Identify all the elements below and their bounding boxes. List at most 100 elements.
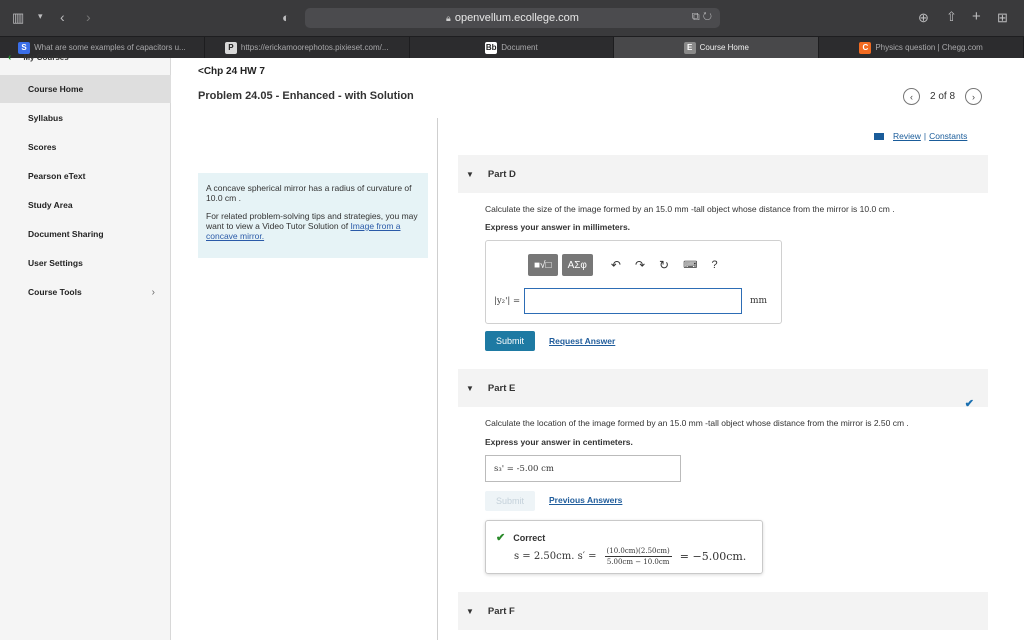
my-courses-link[interactable]: ‹ My Courses	[8, 52, 69, 63]
tutor-tip: For related problem-solving tips and str…	[206, 211, 420, 241]
previous-answers-link[interactable]: Previous Answers	[549, 495, 622, 505]
sidebar-item-label: Study Area	[28, 200, 73, 210]
chevron-right-icon: ›	[151, 286, 155, 298]
part-d-submit-button[interactable]: Submit	[485, 331, 535, 351]
address-bar[interactable]: 🔒︎ openvellum.ecollege.com ⧉ ↻	[305, 8, 720, 28]
tab-label: Document	[501, 43, 538, 52]
fraction-numerator: (10.0cm)(2.50cm)	[604, 547, 672, 557]
part-title: Part D	[487, 168, 516, 180]
my-courses-label: My Courses	[23, 53, 69, 62]
tab-overview-icon[interactable]: ⊞	[997, 10, 1008, 26]
part-d-header[interactable]: ▼ Part D	[458, 155, 988, 193]
chevron-down-icon[interactable]: ▾	[38, 11, 43, 22]
keyboard-icon[interactable]: ⌨	[683, 260, 697, 271]
download-icon[interactable]: ⊕	[918, 10, 929, 26]
checkmark-icon: ✔	[496, 532, 506, 544]
tab-favicon-icon: Bb	[485, 41, 498, 54]
lock-icon: 🔒︎	[446, 12, 451, 23]
reset-icon[interactable]: ↻	[659, 258, 669, 272]
reload-icon[interactable]: ⧉ ↻	[692, 11, 712, 24]
sidebar-item-label: Scores	[28, 142, 57, 152]
url-text: openvellum.ecollege.com	[454, 12, 579, 24]
equation-fraction: (10.0cm)(2.50cm) 5.00cm − 10.0cm	[604, 547, 672, 566]
new-tab-icon[interactable]: +	[972, 8, 981, 25]
tab-favicon-icon: C	[859, 41, 872, 54]
sidebar-item-course-tools[interactable]: Course Tools ›	[0, 278, 171, 306]
part-e-instruction: Express your answer in centimeters.	[485, 437, 633, 447]
constants-link[interactable]: Constants	[929, 131, 967, 141]
tab-label: What are some examples of capacitors u..…	[34, 43, 186, 52]
sidebar-toggle-icon[interactable]: ▥	[12, 10, 24, 26]
sidebar-item-course-home[interactable]: Course Home	[0, 75, 171, 103]
back-icon[interactable]: ‹	[60, 9, 65, 25]
correct-label: Correct	[513, 532, 546, 543]
part-d-instruction: Express your answer in millimeters.	[485, 222, 631, 232]
course-sidebar: ‹ My Courses Course Home Syllabus Scores…	[0, 52, 171, 640]
part-title: Part F	[487, 605, 515, 617]
equation-result: = −5.00cm.	[679, 550, 747, 563]
tab-label: https://ericka​moorephotos.pixieset.com/…	[240, 43, 389, 52]
problem-info-box: A concave spherical mirror has a radius …	[198, 173, 428, 258]
chapter-back-link[interactable]: <Chp 24 HW 7	[198, 66, 265, 77]
book-icon	[874, 132, 884, 140]
correct-title: ✔ Correct	[496, 531, 545, 544]
sidebar-item-syllabus[interactable]: Syllabus	[0, 104, 171, 132]
sidebar-item-label: Pearson eText	[28, 171, 86, 181]
tab-favicon-icon: P	[224, 41, 237, 54]
tab-label: Course Home	[699, 43, 749, 52]
sidebar-item-label: Course Tools	[28, 287, 82, 297]
image-location-answer[interactable]: s₃' = -5.00 cm	[485, 455, 681, 482]
collapse-triangle-icon: ▼	[466, 606, 474, 616]
privacy-shield-icon[interactable]: ◐	[282, 10, 290, 25]
equation-toolbar: ■√□ AΣφ ↶ ↷ ↻ ⌨ ?	[528, 254, 718, 276]
content-divider	[437, 118, 438, 640]
share-icon[interactable]: ⇧	[946, 9, 957, 25]
part-e-question: Calculate the location of the image form…	[485, 418, 909, 428]
correct-feedback-box: ✔ Correct s = 2.50cm. s′ = (10.0cm)(2.50…	[485, 520, 763, 574]
browser-tab[interactable]: Phttps://ericka​moorephotos.pixieset.com…	[205, 37, 410, 58]
sidebar-item-pearson-etext[interactable]: Pearson eText	[0, 162, 171, 190]
sidebar-item-user-settings[interactable]: User Settings	[0, 249, 171, 277]
redo-icon[interactable]: ↷	[635, 258, 645, 272]
part-f-header[interactable]: ▼ Part F	[458, 592, 988, 630]
sidebar-item-label: Syllabus	[28, 113, 63, 123]
sidebar-item-document-sharing[interactable]: Document Sharing	[0, 220, 171, 248]
answer-unit: mm	[750, 296, 768, 306]
sidebar-item-study-area[interactable]: Study Area	[0, 191, 171, 219]
forward-icon[interactable]: ›	[86, 9, 91, 25]
equation-lhs: s = 2.50cm. s′ =	[514, 551, 597, 562]
collapse-triangle-icon: ▼	[466, 169, 474, 179]
browser-tab[interactable]: Bb Document	[410, 37, 615, 58]
request-answer-link[interactable]: Request Answer	[549, 336, 615, 346]
prev-problem-button[interactable]: ‹	[903, 88, 920, 105]
sidebar-item-label: User Settings	[28, 258, 83, 268]
part-d-question: Calculate the size of the image formed b…	[485, 204, 895, 214]
part-e-submit-button[interactable]: Submit	[485, 491, 535, 511]
problem-statement: A concave spherical mirror has a radius …	[206, 183, 412, 203]
browser-tab[interactable]: E Course Home	[614, 37, 820, 58]
part-title: Part E	[487, 382, 516, 394]
image-size-input[interactable]	[524, 288, 742, 314]
undo-icon[interactable]: ↶	[611, 258, 621, 272]
part-e-header[interactable]: ▼ Part E ✔	[458, 369, 988, 410]
tab-label: Physics question | Chegg.com	[875, 43, 983, 52]
check-icon: ✔	[964, 398, 974, 410]
templates-button[interactable]: ■√□	[528, 254, 558, 276]
symbols-button[interactable]: AΣφ	[561, 254, 593, 276]
sidebar-item-label: Document Sharing	[28, 229, 104, 239]
pager-text: 2 of 8	[930, 91, 956, 102]
browser-toolbar: ▥ ▾ ‹ › ◐ 🔒︎ openvellum.ecollege.com ⧉ ↻…	[0, 0, 1024, 36]
review-link[interactable]: Review	[893, 131, 921, 141]
sidebar-item-scores[interactable]: Scores	[0, 133, 171, 161]
separator: |	[923, 131, 927, 141]
fraction-denominator: 5.00cm − 10.0cm	[606, 558, 670, 566]
solution-equation: s = 2.50cm. s′ = (10.0cm)(2.50cm) 5.00cm…	[514, 547, 746, 566]
answer-lhs: |y₂'| =	[494, 296, 521, 306]
sidebar-item-label: Course Home	[28, 84, 84, 94]
help-button[interactable]: ?	[712, 259, 718, 271]
tab-bar: S What are some examples of capacitors u.…	[0, 36, 1024, 58]
browser-tab[interactable]: C Physics question | Chegg.com	[819, 37, 1024, 58]
tab-favicon-icon: E	[683, 41, 696, 54]
next-problem-button[interactable]: ›	[965, 88, 983, 105]
review-constants-bar: Review | Constants	[874, 131, 970, 141]
